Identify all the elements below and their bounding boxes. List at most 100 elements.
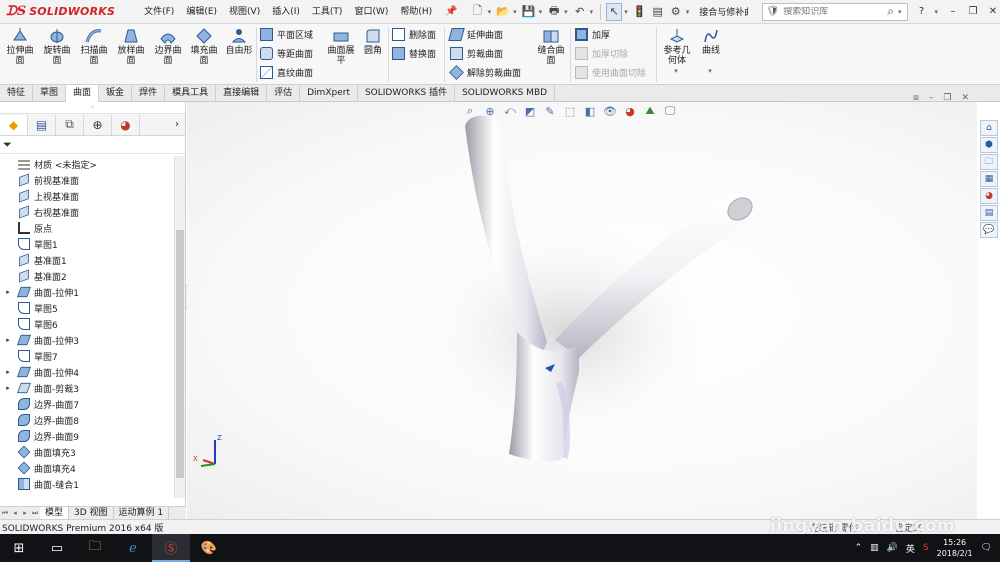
- flatten-surface-button[interactable]: 曲面展平: [324, 27, 358, 66]
- trim-surface-button[interactable]: 剪裁曲面: [450, 47, 503, 60]
- expand-arrow-icon[interactable]: ▸: [3, 288, 13, 296]
- prev-tab-icon[interactable]: ◂: [10, 509, 20, 517]
- knit-surface-button[interactable]: 缝合曲面: [534, 27, 568, 66]
- tree-node[interactable]: 上视基准面: [0, 188, 174, 204]
- chevron-down-icon[interactable]: ▾: [564, 8, 568, 16]
- tree-node[interactable]: 曲面填充3: [0, 444, 174, 460]
- fillet-button[interactable]: 圆角: [356, 27, 390, 56]
- chevron-down-icon[interactable]: ▾: [898, 8, 902, 16]
- menu-help[interactable]: 帮助(H): [395, 0, 437, 24]
- close-icon[interactable]: ✕: [986, 6, 1000, 17]
- design-library-icon[interactable]: ⬢: [980, 137, 998, 153]
- expand-arrow-icon[interactable]: ▸: [3, 384, 13, 392]
- chevron-right-icon[interactable]: ›: [175, 119, 179, 130]
- task-view-icon[interactable]: ▭: [38, 534, 76, 562]
- solidworks-taskbar-icon[interactable]: Ⓢ: [152, 534, 190, 562]
- tree-node[interactable]: 草图1: [0, 236, 174, 252]
- edge-browser-icon[interactable]: ℯ: [114, 534, 152, 562]
- tree-node[interactable]: 边界-曲面8: [0, 412, 174, 428]
- traffic-light-icon[interactable]: 🚦: [632, 3, 648, 21]
- windows-start-icon[interactable]: ⊞: [0, 534, 38, 562]
- menu-tools[interactable]: 工具(T): [307, 0, 348, 24]
- tree-node[interactable]: 曲面-缝合1: [0, 476, 174, 492]
- chevron-down-icon[interactable]: ▾: [590, 8, 594, 16]
- search-icon[interactable]: ⌕: [887, 4, 894, 19]
- undo-icon[interactable]: ↶: [572, 3, 588, 21]
- chevron-down-icon[interactable]: ▾: [674, 67, 678, 75]
- chevron-down-icon[interactable]: ▾: [539, 8, 543, 16]
- tree-node[interactable]: 边界-曲面9: [0, 428, 174, 444]
- thicken-button[interactable]: 加厚: [575, 28, 610, 41]
- configuration-manager-tab-icon[interactable]: ⧉: [56, 114, 84, 135]
- tree-node[interactable]: 原点: [0, 220, 174, 236]
- thickened-cut-button[interactable]: 加厚切除: [575, 47, 628, 60]
- sogou-input-icon[interactable]: S: [923, 543, 929, 553]
- chevron-down-icon[interactable]: ▾: [708, 67, 712, 75]
- tree-node[interactable]: 边界-曲面7: [0, 396, 174, 412]
- tab-sheet-metal[interactable]: 钣金: [99, 85, 133, 102]
- tree-node[interactable]: ▸ 曲面-剪裁3: [0, 380, 174, 396]
- volume-icon[interactable]: 🔊: [887, 543, 898, 553]
- tree-scrollbar[interactable]: [174, 156, 185, 498]
- expand-arrow-icon[interactable]: ▸: [3, 368, 13, 376]
- file-explorer-icon[interactable]: 🗀: [980, 154, 998, 170]
- paint-app-icon[interactable]: 🎨: [190, 534, 228, 562]
- minimize-icon[interactable]: –: [946, 6, 960, 17]
- menu-window[interactable]: 窗口(W): [349, 0, 393, 24]
- filled-surface-button[interactable]: 填充曲面: [187, 27, 221, 66]
- extend-surface-button[interactable]: 延伸曲面: [448, 28, 503, 41]
- tab-evaluate[interactable]: 评估: [267, 85, 301, 102]
- reference-geometry-button[interactable]: 参考几 何体 ▾: [660, 27, 694, 76]
- dimxpert-manager-tab-icon[interactable]: ⊕: [84, 114, 112, 135]
- tab-solidworks-mbd[interactable]: SOLIDWORKS MBD: [455, 85, 556, 102]
- tree-node[interactable]: 基准面1: [0, 252, 174, 268]
- tab-surfaces[interactable]: 曲面: [66, 85, 100, 102]
- tree-node[interactable]: 草图7: [0, 348, 174, 364]
- tree-node[interactable]: 前视基准面: [0, 172, 174, 188]
- file-explorer-taskbar-icon[interactable]: 🗀: [76, 534, 114, 562]
- save-icon[interactable]: 💾: [521, 3, 537, 21]
- delete-face-button[interactable]: 删除面: [392, 28, 436, 41]
- tab-mold-tools[interactable]: 模具工具: [165, 85, 217, 102]
- tab-direct-editing[interactable]: 直接编辑: [216, 85, 268, 102]
- search-box[interactable]: 🛡 ⌕ ▾: [761, 2, 909, 21]
- tab-3d-views[interactable]: 3D 视图: [69, 507, 114, 519]
- solidworks-logo[interactable]: ᗪS SOLIDWORKS: [0, 0, 123, 24]
- select-cursor-icon[interactable]: ↖: [606, 2, 623, 21]
- replace-face-button[interactable]: 替换面: [392, 47, 436, 60]
- extruded-surface-button[interactable]: 拉伸曲面: [3, 27, 37, 66]
- ruled-surface-button[interactable]: 直纹曲面: [260, 66, 313, 79]
- ime-indicator[interactable]: 英: [906, 542, 915, 555]
- first-tab-icon[interactable]: ⏮: [0, 509, 10, 518]
- view-palette-icon[interactable]: ▦: [980, 171, 998, 187]
- property-manager-tab-icon[interactable]: ▤: [28, 114, 56, 135]
- cut-with-surface-button[interactable]: 使用曲面切除: [575, 66, 646, 79]
- filter-icon[interactable]: ⏷: [3, 138, 12, 152]
- pin-icon[interactable]: 📌: [445, 6, 457, 17]
- tab-dimxpert[interactable]: DimXpert: [300, 85, 358, 102]
- search-input[interactable]: [783, 6, 884, 17]
- curves-button[interactable]: 曲线 ▾: [694, 27, 728, 76]
- tab-motion-study[interactable]: 运动算例 1: [114, 507, 170, 519]
- tree-node[interactable]: 草图5: [0, 300, 174, 316]
- help-icon[interactable]: ?: [914, 6, 928, 17]
- tree-node[interactable]: 曲面填充4: [0, 460, 174, 476]
- gear-icon[interactable]: ⚙: [668, 3, 684, 21]
- swept-surface-button[interactable]: 扫描曲面: [77, 27, 111, 66]
- scrollbar-thumb[interactable]: [176, 230, 184, 478]
- forum-icon[interactable]: 💬: [980, 222, 998, 238]
- new-document-icon[interactable]: 🗋: [470, 3, 486, 21]
- file-properties-icon[interactable]: ▤: [650, 3, 666, 21]
- next-tab-icon[interactable]: ▸: [20, 509, 30, 517]
- tree-node[interactable]: ▸ 曲面-拉伸1: [0, 284, 174, 300]
- tree-node[interactable]: 右视基准面: [0, 204, 174, 220]
- notification-icon[interactable]: 🗨: [981, 543, 992, 553]
- open-folder-icon[interactable]: 📂: [495, 3, 511, 21]
- freeform-button[interactable]: 自由形: [222, 27, 256, 56]
- chevron-down-icon[interactable]: ▾: [513, 8, 517, 16]
- planar-surface-button[interactable]: 平面区域: [260, 28, 313, 41]
- network-icon[interactable]: ▥: [870, 543, 879, 553]
- expand-arrow-icon[interactable]: ▸: [3, 336, 13, 344]
- custom-properties-icon[interactable]: ▤: [980, 205, 998, 221]
- panel-grip-handle[interactable]: ◦: [0, 102, 185, 114]
